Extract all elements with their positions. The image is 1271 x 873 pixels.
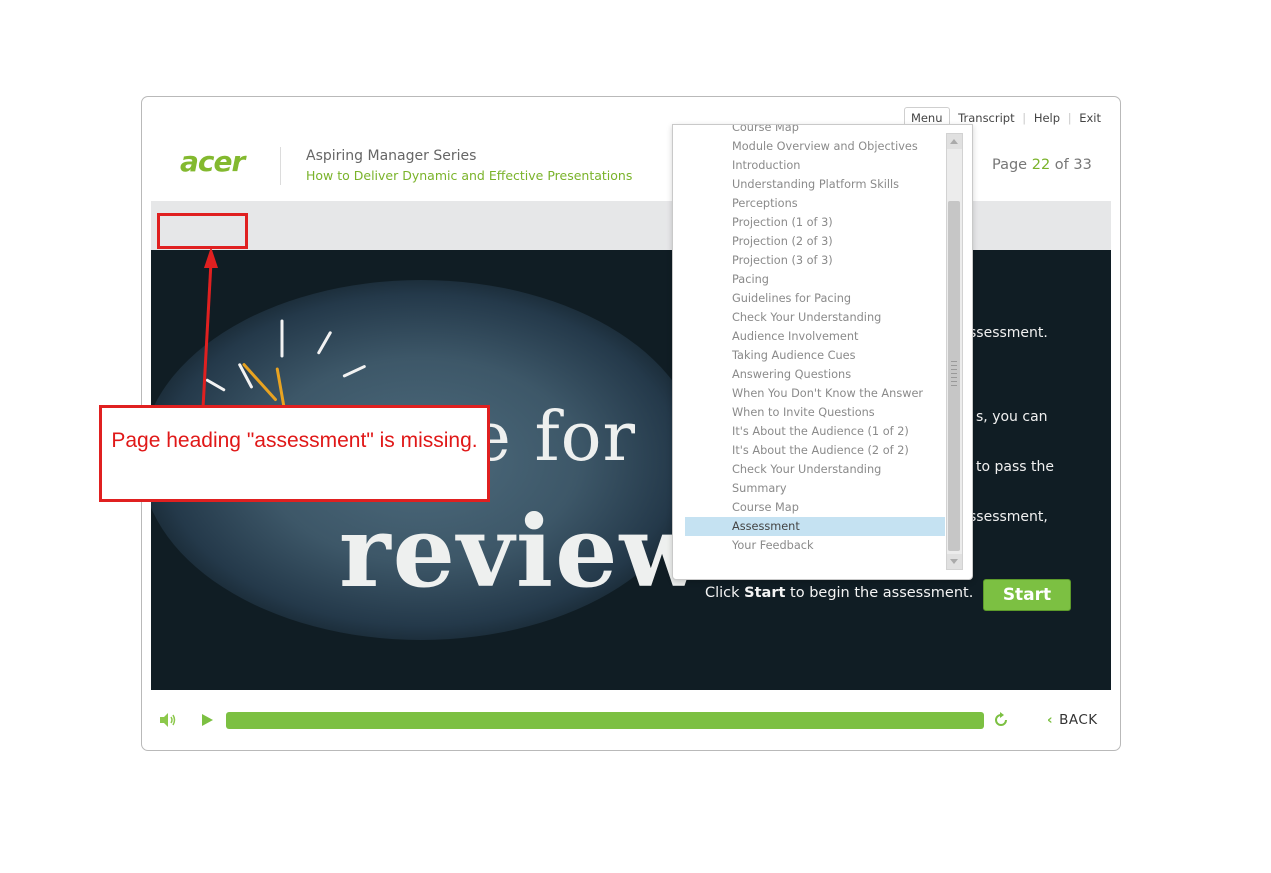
body-text-line: ssessment. [969, 325, 1048, 341]
transcript-link[interactable]: Transcript [955, 111, 1017, 125]
menu-list: Course Map Module Overview and Objectives… [685, 125, 945, 555]
page-label: Page [992, 157, 1028, 173]
menu-item[interactable]: Your Feedback [685, 536, 945, 555]
menu-item[interactable]: Course Map [685, 498, 945, 517]
nav-separator: | [1067, 111, 1072, 125]
menu-item[interactable]: Course Map [685, 125, 945, 137]
start-instruction-bold: Start [744, 585, 786, 601]
annotation-highlight-box [157, 213, 248, 249]
menu-item[interactable]: Perceptions [685, 194, 945, 213]
menu-item[interactable]: Answering Questions [685, 365, 945, 384]
body-text-line: s, you can [976, 409, 1048, 425]
start-instruction: Click Start to begin the assessment. [705, 585, 973, 601]
header-divider [280, 147, 281, 185]
menu-item[interactable]: Projection (3 of 3) [685, 251, 945, 270]
menu-dropdown: Course Map Module Overview and Objectives… [672, 124, 973, 580]
menu-item[interactable]: Audience Involvement [685, 327, 945, 346]
grip-line [951, 361, 957, 362]
menu-item[interactable]: Guidelines for Pacing [685, 289, 945, 308]
page-of-label: of [1054, 157, 1069, 173]
menu-item[interactable]: It's About the Audience (2 of 2) [685, 441, 945, 460]
menu-item[interactable]: Projection (2 of 3) [685, 232, 945, 251]
replay-icon[interactable] [993, 712, 1009, 728]
grip-line [951, 381, 957, 382]
annotation-callout: Page heading "assessment" is missing. [99, 405, 490, 502]
scroll-down-icon[interactable] [947, 554, 962, 569]
nav-separator: | [1022, 111, 1027, 125]
back-button[interactable]: ‹ BACK [1047, 712, 1098, 728]
body-text-line: to pass the [976, 459, 1054, 475]
start-instruction-prefix: Click [705, 585, 745, 601]
menu-scrollbar[interactable] [946, 133, 963, 570]
menu-item[interactable]: Assessment [685, 517, 945, 536]
grip-line [951, 373, 957, 374]
menu-item[interactable]: It's About the Audience (1 of 2) [685, 422, 945, 441]
total-pages: 33 [1073, 157, 1092, 173]
grip-line [951, 377, 957, 378]
menu-item[interactable]: Projection (1 of 3) [685, 213, 945, 232]
start-instruction-suffix: to begin the assessment. [785, 585, 974, 601]
menu-item[interactable]: Module Overview and Objectives [685, 137, 945, 156]
exit-link[interactable]: Exit [1076, 111, 1104, 125]
start-button[interactable]: Start [983, 579, 1071, 611]
menu-item[interactable]: Check Your Understanding [685, 460, 945, 479]
grip-line [951, 369, 957, 370]
progress-bar[interactable] [226, 712, 984, 729]
menu-item[interactable]: Summary [685, 479, 945, 498]
page-counter: Page 22 of 33 [992, 157, 1092, 173]
menu-item[interactable]: Understanding Platform Skills [685, 175, 945, 194]
body-text-line: ssessment, [969, 509, 1048, 525]
chevron-left-icon: ‹ [1047, 712, 1054, 728]
menu-item[interactable]: When to Invite Questions [685, 403, 945, 422]
current-page: 22 [1031, 157, 1051, 173]
menu-item[interactable]: When You Don't Know the Answer [685, 384, 945, 403]
chalk-subheading: review [339, 495, 706, 610]
progress-fill [226, 712, 984, 729]
back-label: BACK [1059, 712, 1098, 728]
scroll-up-icon[interactable] [947, 134, 962, 149]
menu-item[interactable]: Check Your Understanding [685, 308, 945, 327]
grip-line [951, 385, 957, 386]
menu-item[interactable]: Taking Audience Cues [685, 346, 945, 365]
play-icon[interactable] [202, 714, 213, 726]
course-title: How to Deliver Dynamic and Effective Pre… [306, 168, 633, 183]
grip-line [951, 365, 957, 366]
help-link[interactable]: Help [1031, 111, 1063, 125]
chalk-ray [280, 319, 284, 358]
menu-item[interactable]: Introduction [685, 156, 945, 175]
scroll-thumb[interactable] [948, 201, 960, 551]
menu-item[interactable]: Pacing [685, 270, 945, 289]
volume-icon[interactable] [160, 713, 176, 727]
acer-logo: acer [180, 145, 245, 178]
series-title: Aspiring Manager Series [306, 148, 477, 164]
